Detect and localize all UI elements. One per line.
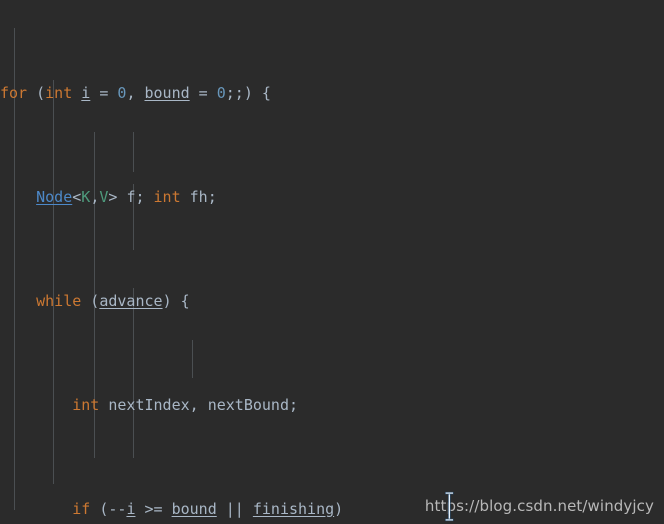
token-var-i: i — [81, 84, 91, 102]
token-keyword-int: int — [72, 396, 100, 414]
token-var-nextbound: nextBound — [207, 396, 289, 414]
token-punct: ) { — [162, 292, 190, 310]
token-var-bound: bound — [144, 84, 190, 102]
token-punct: < — [72, 188, 82, 206]
token-punct: = — [189, 84, 217, 102]
token-punct — [72, 84, 81, 102]
token-punct: , — [126, 84, 145, 102]
token-class-node: Node — [36, 188, 73, 206]
token-var-finishing: finishing — [252, 500, 335, 518]
code-line-2[interactable]: Node<K,V> f; int fh; — [0, 184, 664, 210]
token-keyword-for: for — [0, 84, 28, 102]
token-keyword-int: int — [45, 84, 73, 102]
token-punct: >= — [135, 500, 172, 518]
token-var-bound: bound — [171, 500, 217, 518]
token-number-zero: 0 — [216, 84, 226, 102]
token-punct: || — [216, 500, 253, 518]
token-punct: ) — [334, 500, 344, 518]
token-punct: , — [90, 188, 100, 206]
watermark-url: https://blog.csdn.net/windyjcy — [424, 497, 654, 515]
token-punct: ( — [81, 292, 100, 310]
token-keyword-if: if — [72, 500, 91, 518]
token-punct: (-- — [90, 500, 127, 518]
token-punct: ;;) { — [225, 84, 271, 102]
token-type-k: K — [81, 188, 91, 206]
code-line-4[interactable]: int nextIndex, nextBound; — [0, 392, 664, 418]
token-keyword-int: int — [153, 188, 181, 206]
token-punct: ; — [135, 188, 154, 206]
token-punct: = — [90, 84, 118, 102]
token-punct: , — [189, 396, 208, 414]
code-line-1[interactable]: for (int i = 0, bound = 0;;) { — [0, 80, 664, 106]
token-punct — [181, 188, 190, 206]
token-var-advance: advance — [99, 292, 163, 310]
token-keyword-while: while — [36, 292, 82, 310]
token-var-nextindex: nextIndex — [108, 396, 190, 414]
code-editor[interactable]: for (int i = 0, bound = 0;;) { Node<K,V>… — [0, 0, 664, 524]
code-content[interactable]: for (int i = 0, bound = 0;;) { Node<K,V>… — [0, 2, 664, 524]
token-punct: ; — [289, 396, 299, 414]
code-line-3[interactable]: while (advance) { — [0, 288, 664, 314]
token-var-fh: fh — [189, 188, 208, 206]
token-punct: ( — [27, 84, 46, 102]
token-punct: > — [108, 188, 127, 206]
token-punct: ; — [207, 188, 217, 206]
